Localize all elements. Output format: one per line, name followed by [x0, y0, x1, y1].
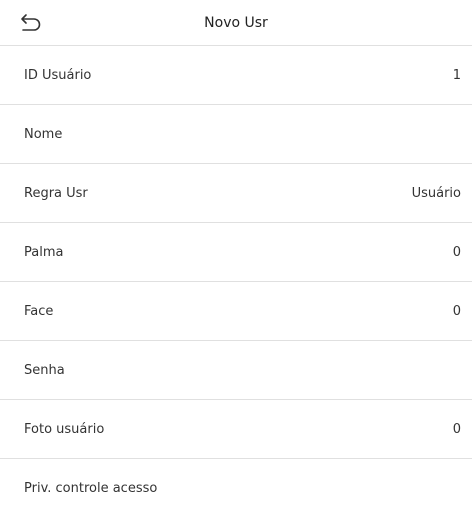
- row-palm[interactable]: Palma 0: [0, 223, 472, 282]
- row-value-palm: 0: [452, 244, 461, 260]
- row-face[interactable]: Face 0: [0, 282, 472, 341]
- row-label-access-control: Priv. controle acesso: [24, 481, 158, 496]
- row-label-name: Nome: [24, 126, 63, 142]
- row-label-user-id: ID Usuário: [24, 67, 92, 83]
- row-access-control[interactable]: Priv. controle acesso: [0, 459, 472, 518]
- row-user-id[interactable]: ID Usuário 1: [0, 46, 472, 105]
- row-value-face: 0: [452, 303, 461, 319]
- row-label-user-photo: Foto usuário: [24, 421, 105, 437]
- row-name[interactable]: Nome: [0, 105, 472, 164]
- row-value-user-role: Usuário: [411, 185, 461, 201]
- header-bar: Novo Usr: [0, 0, 472, 46]
- row-label-palm: Palma: [24, 244, 64, 260]
- user-form-list: ID Usuário 1 Nome Regra Usr Usuário Palm…: [0, 46, 472, 518]
- row-user-role[interactable]: Regra Usr Usuário: [0, 164, 472, 223]
- row-value-user-id: 1: [452, 67, 461, 83]
- row-value-user-photo: 0: [452, 421, 461, 437]
- row-user-photo[interactable]: Foto usuário 0: [0, 400, 472, 459]
- row-label-face: Face: [24, 303, 54, 319]
- page-title: Novo Usr: [204, 15, 268, 31]
- row-password[interactable]: Senha: [0, 341, 472, 400]
- row-label-password: Senha: [24, 362, 65, 378]
- row-label-user-role: Regra Usr: [24, 185, 88, 201]
